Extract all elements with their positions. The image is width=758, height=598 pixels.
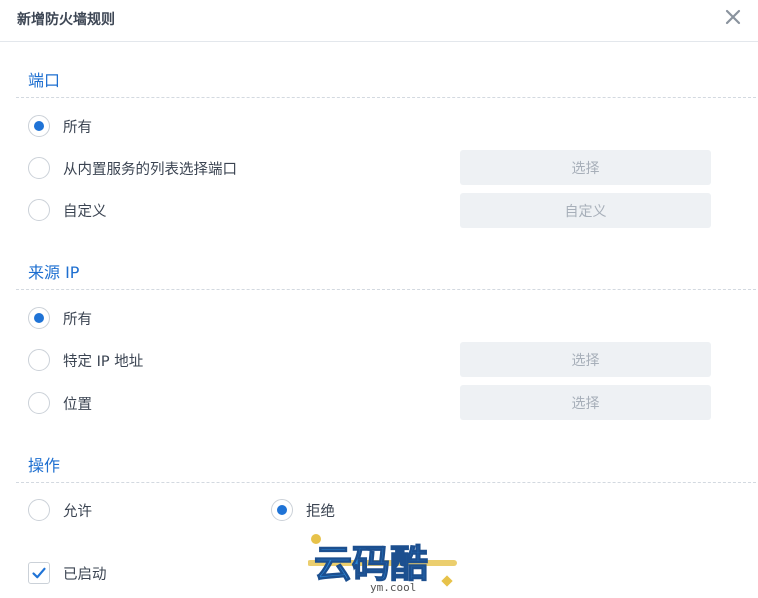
dialog-header: 新增防火墙规则 — [0, 0, 758, 42]
radio-button[interactable] — [271, 499, 293, 521]
checkbox[interactable] — [28, 562, 50, 584]
source-ip-select-button[interactable]: 选择 — [460, 342, 711, 377]
option-label: 特定 IP 地址 — [63, 353, 144, 370]
option-label: 从内置服务的列表选择端口 — [63, 161, 237, 178]
section-title-port: 端口 — [28, 71, 61, 90]
section-title-action: 操作 — [28, 456, 61, 475]
enabled-toggle[interactable]: 已启动 — [28, 561, 107, 585]
option-label: 位置 — [63, 396, 92, 413]
section-divider — [16, 97, 756, 98]
radio-button[interactable] — [28, 115, 50, 137]
watermark-text: 云码酷 — [314, 542, 428, 586]
port-option-builtin-list[interactable]: 从内置服务的列表选择端口 — [28, 156, 237, 180]
radio-button[interactable] — [28, 157, 50, 179]
port-option-all[interactable]: 所有 — [28, 114, 92, 138]
option-label: 允许 — [63, 503, 92, 520]
option-label: 已启动 — [63, 566, 107, 583]
option-label: 所有 — [63, 311, 92, 328]
option-label: 所有 — [63, 119, 92, 136]
port-select-button[interactable]: 选择 — [460, 150, 711, 185]
source-ip-option-location[interactable]: 位置 — [28, 391, 92, 415]
location-select-button[interactable]: 选择 — [460, 385, 711, 420]
checkmark-icon — [32, 567, 46, 579]
source-ip-option-specific[interactable]: 特定 IP 地址 — [28, 348, 143, 372]
section-divider — [16, 289, 756, 290]
port-custom-button[interactable]: 自定义 — [460, 193, 711, 228]
watermark-logo: 云码酷 ym.cool — [307, 533, 458, 595]
close-icon[interactable] — [724, 8, 742, 26]
action-option-allow[interactable]: 允许 — [28, 498, 92, 522]
radio-button[interactable] — [28, 499, 50, 521]
option-label: 拒绝 — [306, 503, 335, 520]
section-divider — [16, 482, 756, 483]
radio-button[interactable] — [28, 199, 50, 221]
source-ip-option-all[interactable]: 所有 — [28, 306, 92, 330]
action-option-deny[interactable]: 拒绝 — [271, 498, 335, 522]
radio-button[interactable] — [28, 349, 50, 371]
radio-button[interactable] — [28, 307, 50, 329]
radio-button[interactable] — [28, 392, 50, 414]
add-firewall-rule-dialog: 新增防火墙规则 端口 所有 从内置服务的列表选择端口 选择 自定义 自定义 来源… — [0, 0, 758, 598]
port-option-custom[interactable]: 自定义 — [28, 198, 107, 222]
watermark-subtext: ym.cool — [370, 581, 416, 594]
option-label: 自定义 — [63, 203, 107, 220]
section-title-source-ip: 来源 IP — [28, 263, 80, 282]
dialog-title: 新增防火墙规则 — [17, 12, 115, 28]
